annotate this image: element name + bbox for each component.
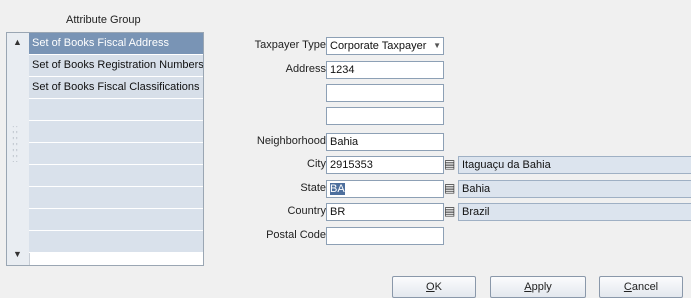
scrollbar-grip-icon[interactable]: ⁚⁚ ⁚⁚ ⁚⁚ ⁚⁚ ⁚⁚ ⁚⁚ bbox=[12, 126, 22, 167]
list-item[interactable] bbox=[29, 209, 203, 231]
state-value: BA bbox=[330, 183, 345, 195]
neighborhood-input[interactable]: Bahia bbox=[326, 133, 444, 151]
postal-code-label: Postal Code bbox=[266, 229, 326, 241]
address-line3-input[interactable] bbox=[326, 107, 444, 125]
state-label: State bbox=[300, 182, 326, 194]
state-description: Bahia bbox=[458, 180, 691, 198]
list-item[interactable] bbox=[29, 187, 203, 209]
cancel-label-rest: ancel bbox=[631, 281, 659, 293]
lov-list-icon[interactable]: ▤ bbox=[444, 157, 456, 171]
country-row: Country BR ▤ Brazil bbox=[210, 203, 691, 221]
state-row: State BA ▤ Bahia bbox=[210, 180, 691, 198]
neighborhood-row: Neighborhood Bahia bbox=[210, 133, 691, 151]
scroll-up-icon[interactable]: ▲ bbox=[10, 35, 25, 50]
cancel-button[interactable]: Cancel bbox=[599, 276, 683, 298]
country-description: Brazil bbox=[458, 203, 691, 221]
apply-label-rest: pply bbox=[531, 281, 552, 293]
cancel-mnemonic: C bbox=[623, 281, 632, 293]
neighborhood-label: Neighborhood bbox=[256, 135, 326, 147]
list-item[interactable]: Set of Books Fiscal Address bbox=[29, 33, 203, 55]
list-item[interactable]: Set of Books Registration Numbers bbox=[29, 55, 203, 77]
country-label: Country bbox=[287, 205, 326, 217]
list-item[interactable] bbox=[29, 231, 203, 253]
list-item[interactable] bbox=[29, 143, 203, 165]
taxpayer-type-label: Taxpayer Type bbox=[254, 39, 326, 51]
apply-mnemonic: A bbox=[524, 281, 532, 293]
ok-button[interactable]: OK bbox=[392, 276, 476, 298]
address-line2-input[interactable] bbox=[326, 84, 444, 102]
city-label: City bbox=[307, 158, 326, 170]
lov-list-icon[interactable]: ▤ bbox=[444, 204, 456, 218]
list-scrollbar[interactable]: ▲ ⁚⁚ ⁚⁚ ⁚⁚ ⁚⁚ ⁚⁚ ⁚⁚ ▼ bbox=[7, 33, 30, 265]
address-line2-row bbox=[210, 84, 691, 102]
list-item[interactable] bbox=[29, 99, 203, 121]
postal-code-input[interactable] bbox=[326, 227, 444, 245]
apply-button[interactable]: Apply bbox=[490, 276, 586, 298]
address-line3-row bbox=[210, 107, 691, 125]
lov-list-icon[interactable]: ▤ bbox=[444, 181, 456, 195]
taxpayer-type-select[interactable]: Corporate Taxpayer ▼ bbox=[326, 37, 444, 55]
ok-label-rest: K bbox=[434, 281, 442, 293]
scroll-down-icon[interactable]: ▼ bbox=[10, 247, 25, 262]
attribute-group-items: Set of Books Fiscal Address Set of Books … bbox=[29, 33, 203, 253]
state-input[interactable]: BA bbox=[326, 180, 444, 198]
city-description: Itaguaçu da Bahia bbox=[458, 156, 691, 174]
list-item[interactable] bbox=[29, 165, 203, 187]
list-item[interactable] bbox=[29, 121, 203, 143]
chevron-down-icon[interactable]: ▼ bbox=[433, 38, 441, 54]
address-row: Address 1234 bbox=[210, 61, 691, 79]
taxpayer-type-value: Corporate Taxpayer bbox=[330, 40, 427, 52]
postal-code-row: Postal Code bbox=[210, 227, 691, 245]
list-item[interactable]: Set of Books Fiscal Classifications bbox=[29, 77, 203, 99]
address-line1-input[interactable]: 1234 bbox=[326, 61, 444, 79]
address-label: Address bbox=[285, 63, 326, 75]
country-input[interactable]: BR bbox=[326, 203, 444, 221]
attribute-group-list[interactable]: ▲ ⁚⁚ ⁚⁚ ⁚⁚ ⁚⁚ ⁚⁚ ⁚⁚ ▼ Set of Books Fiscal Add… bbox=[6, 32, 204, 266]
city-input[interactable]: 2915353 bbox=[326, 156, 444, 174]
city-row: City 2915353 ▤ Itaguaçu da Bahia bbox=[210, 156, 691, 174]
ok-mnemonic: O bbox=[426, 281, 435, 293]
attribute-group-panel: Attribute Group ▲ ⁚⁚ ⁚⁚ ⁚⁚ ⁚⁚ ⁚⁚ ⁚⁚ ▼ Set of … bbox=[6, 14, 204, 266]
taxpayer-type-row: Taxpayer Type Corporate Taxpayer ▼ bbox=[210, 37, 691, 55]
attribute-group-title: Attribute Group bbox=[66, 14, 141, 26]
